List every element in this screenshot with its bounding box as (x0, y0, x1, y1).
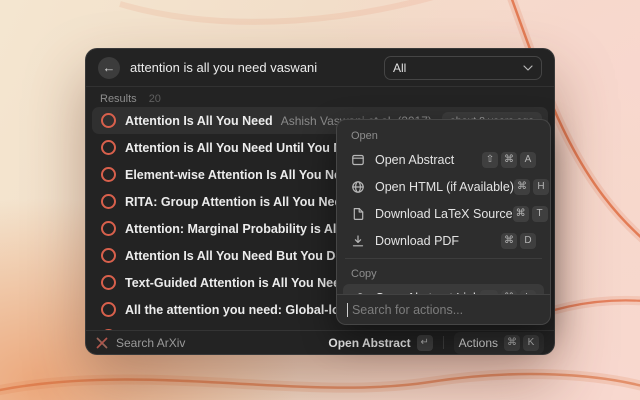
keycap: ⌘ (513, 206, 529, 222)
paper-ring-icon (101, 275, 116, 290)
shortcut-keys: ⌘H (514, 179, 549, 195)
filter-selected-value: All (393, 61, 406, 75)
paper-ring-icon (101, 167, 116, 182)
paper-ring-icon (101, 113, 116, 128)
shortcut-keys: ⇧⌘A (482, 152, 536, 168)
menu-item-label: Download PDF (375, 234, 459, 248)
results-section-header: Results 20 (86, 87, 554, 108)
menu-item-download-latex-source[interactable]: Download LaTeX Source⌘T (343, 200, 544, 227)
app-name: Search ArXiv (116, 336, 185, 350)
shortcut-keys: ⌘D (501, 233, 536, 249)
paper-ring-icon (101, 194, 116, 209)
actions-search-bar (337, 294, 550, 324)
results-count: 20 (149, 93, 161, 105)
text-caret (347, 303, 348, 317)
actions-search-input[interactable] (350, 302, 540, 318)
chevron-down-icon (523, 65, 533, 71)
actions-label: Actions (459, 336, 498, 350)
back-arrow-icon: ← (103, 60, 116, 75)
actions-button[interactable]: Actions ⌘K (454, 332, 544, 354)
file-icon (351, 207, 365, 221)
keycap: D (520, 233, 536, 249)
menu-item-label: Download LaTeX Source (375, 207, 513, 221)
actions-menu: OpenOpen Abstract⇧⌘AOpen HTML (if Availa… (336, 119, 551, 325)
menu-item-label: Open HTML (if Available) (375, 180, 514, 194)
search-bar: ← attention is all you need vaswani All (86, 49, 554, 86)
paper-ring-icon (101, 302, 116, 317)
paper-ring-icon (101, 248, 116, 263)
primary-action-label[interactable]: Open Abstract (328, 336, 410, 350)
keycap: A (520, 152, 536, 168)
result-title: Attention Is All You Need (125, 114, 273, 128)
globe-icon (351, 180, 365, 194)
menu-section-title: Copy (343, 263, 544, 284)
menu-section-title: Open (343, 125, 544, 146)
shortcut-keys: ⌘T (513, 206, 548, 222)
keycap: H (533, 179, 549, 195)
keycap: ⇧ (482, 152, 498, 168)
menu-section-divider (345, 258, 542, 259)
search-query-input[interactable]: attention is all you need vaswani (130, 60, 317, 75)
result-title: Element-wise Attention Is All You Need (125, 168, 356, 182)
keycap: K (523, 335, 539, 351)
keycap: ⌘ (514, 179, 530, 195)
actions-menu-list: OpenOpen Abstract⇧⌘AOpen HTML (if Availa… (337, 120, 550, 316)
download-icon (351, 234, 365, 248)
back-button[interactable]: ← (98, 57, 120, 79)
menu-item-open-abstract[interactable]: Open Abstract ⇧⌘A (343, 146, 544, 173)
results-label: Results (100, 93, 137, 105)
status-bar: Search ArXiv Open Abstract ↵ Actions ⌘K (86, 330, 554, 354)
return-keycap: ↵ (417, 335, 433, 351)
keycap: T (532, 206, 548, 222)
keycap: ⌘ (501, 233, 517, 249)
keycap: ⌘ (504, 335, 520, 351)
menu-item-download-pdf[interactable]: Download PDF ⌘D (343, 227, 544, 254)
keycap: ⌘ (501, 152, 517, 168)
arxiv-x-icon (96, 337, 108, 349)
footer-separator (443, 336, 444, 349)
category-filter-dropdown[interactable]: All (384, 56, 542, 80)
paper-ring-icon (101, 140, 116, 155)
menu-item-open-html-if-available-[interactable]: Open HTML (if Available)⌘H (343, 173, 544, 200)
paper-ring-icon (101, 221, 116, 236)
menu-item-label: Open Abstract (375, 153, 454, 167)
app-window-icon (351, 153, 365, 167)
